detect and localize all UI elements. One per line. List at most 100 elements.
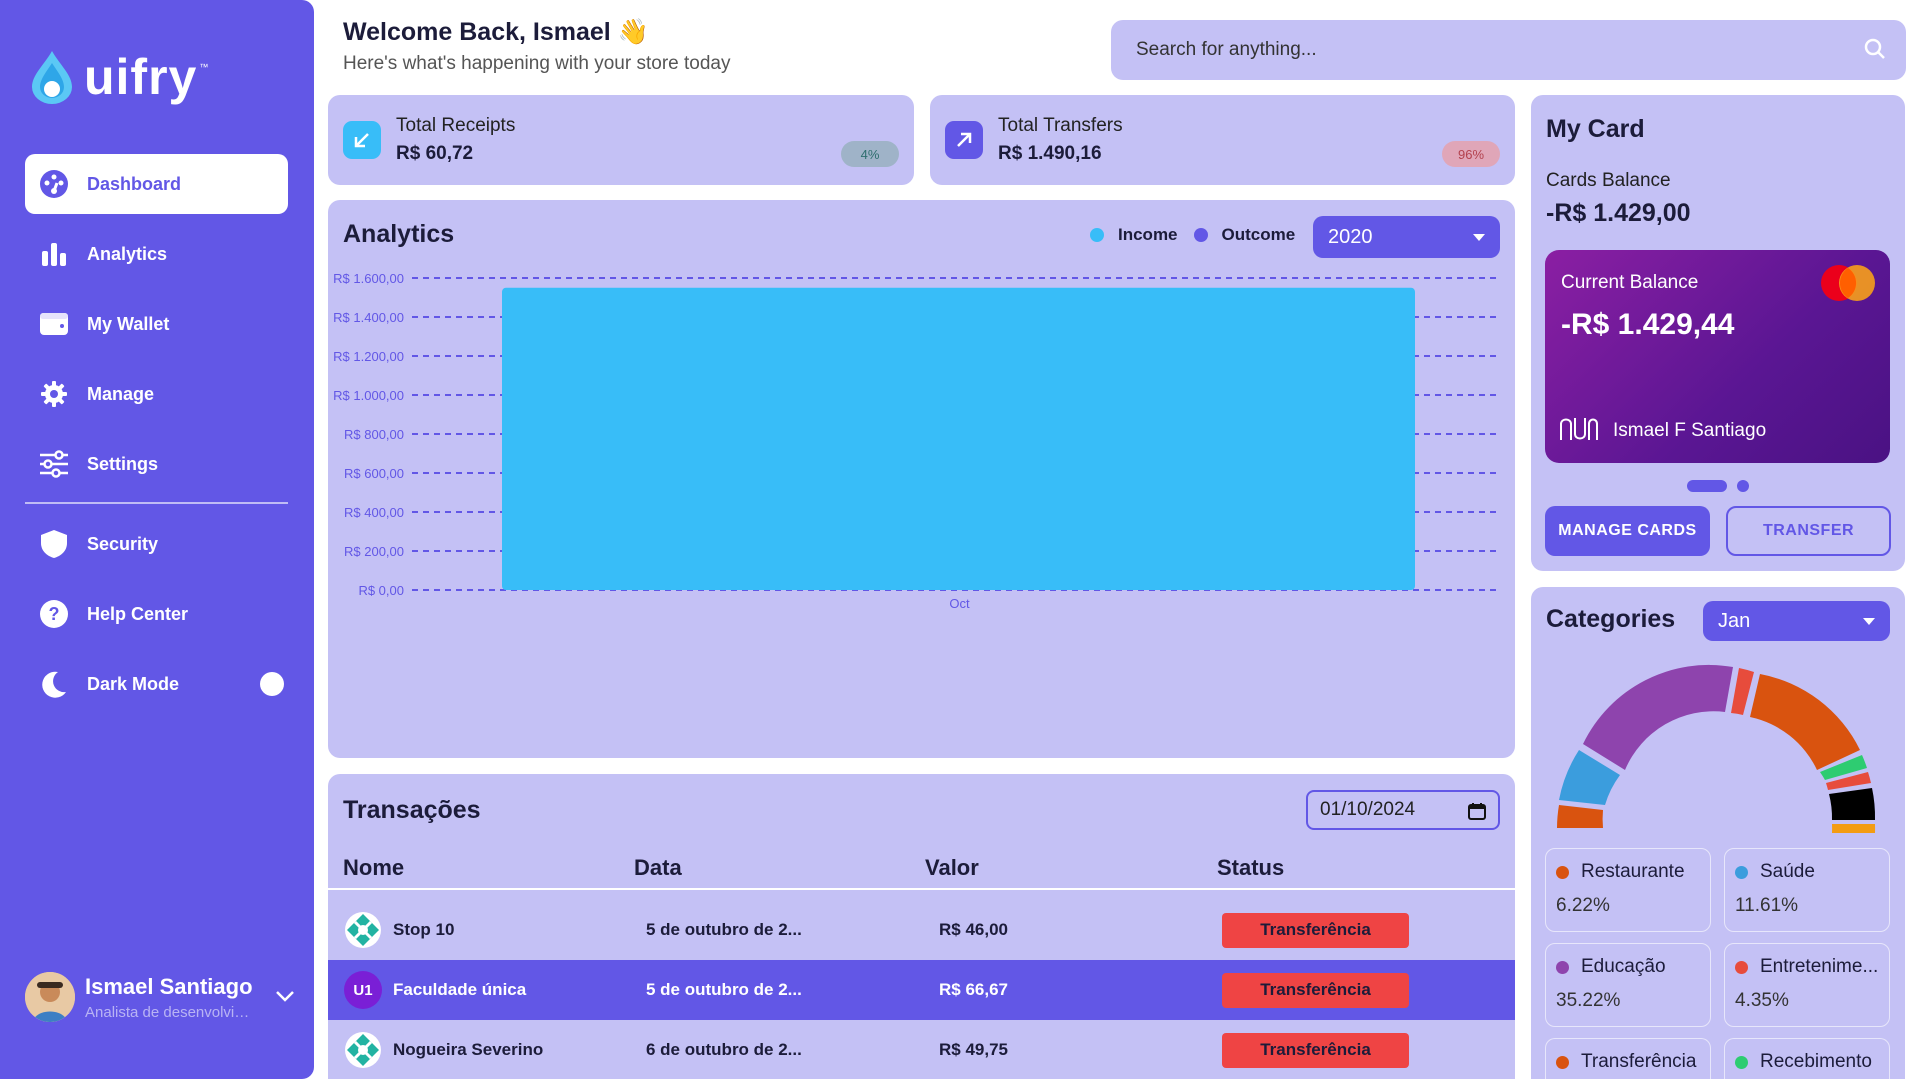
sidebar-item-help-center[interactable]: ? Help Center xyxy=(25,584,288,644)
calendar-icon[interactable] xyxy=(1468,802,1486,820)
carousel-dot-active[interactable] xyxy=(1687,480,1727,492)
column-header-data[interactable]: Data xyxy=(634,855,682,881)
category-restaurante[interactable]: Restaurante 6.22% xyxy=(1545,848,1711,932)
gauge-segment-transferencia xyxy=(1750,674,1860,770)
nogueira-logo-icon xyxy=(345,1032,381,1068)
sidebar-item-dashboard[interactable]: Dashboard xyxy=(25,154,288,214)
welcome-title: Welcome Back, Ismael xyxy=(343,18,611,46)
table-header-divider xyxy=(328,888,1515,890)
sidebar-item-my-wallet[interactable]: My Wallet xyxy=(25,294,288,354)
row-date: 5 de outubro de 2... xyxy=(646,980,802,999)
sidebar: uifry ™ Dashboard Analytics My Wallet Ma… xyxy=(0,0,314,1079)
analytics-chart: R$ 0,00 R$ 200,00 R$ 400,00 R$ 600,00 R$ 800… xyxy=(333,271,1501,611)
category-name: Saúde xyxy=(1760,861,1815,882)
sidebar-item-manage[interactable]: Manage xyxy=(25,364,288,424)
arrow-down-left-icon xyxy=(343,121,381,159)
analytics-title: Analytics xyxy=(343,220,455,248)
card-holder-name: Ismael F Santiago xyxy=(1613,420,1767,441)
sidebar-item-label: Dark Mode xyxy=(87,673,180,694)
bar-chart-icon xyxy=(39,239,69,269)
dark-mode-toggle[interactable] xyxy=(260,672,284,696)
credit-card[interactable]: Current Balance -R$ 1.429,44 Ismael F Sa… xyxy=(1545,250,1890,463)
table-row[interactable]: U1 Faculdade única 5 de outubro de 2... … xyxy=(328,960,1515,1020)
date-filter-value: 01/10/2024 xyxy=(1320,799,1416,820)
legend-income[interactable]: Income xyxy=(1118,225,1178,245)
nubank-logo-icon xyxy=(1560,418,1598,440)
sidebar-item-label: Settings xyxy=(87,453,159,474)
manage-cards-button[interactable]: MANAGE CARDS xyxy=(1545,506,1710,556)
sidebar-item-settings[interactable]: Settings xyxy=(25,434,288,494)
category-name: Educação xyxy=(1581,956,1666,977)
sidebar-item-analytics[interactable]: Analytics xyxy=(25,224,288,284)
sliders-icon xyxy=(39,449,69,479)
page-subtitle: Here's what's happening with your store … xyxy=(343,53,731,74)
u1-logo-icon: U1 xyxy=(344,971,382,1009)
carousel-dot[interactable] xyxy=(1737,480,1749,492)
transfer-button[interactable]: TRANSFER xyxy=(1726,506,1891,556)
column-header-status[interactable]: Status xyxy=(1217,855,1284,881)
sidebar-divider xyxy=(25,502,288,504)
month-select[interactable]: Jan xyxy=(1703,601,1890,641)
category-percent: 4.35% xyxy=(1735,990,1789,1011)
category-entretenimento[interactable]: Entretenime... 4.35% xyxy=(1724,943,1890,1027)
date-filter-input[interactable]: 01/10/2024 xyxy=(1306,790,1500,830)
moon-icon xyxy=(39,669,69,699)
mastercard-logo-icon xyxy=(1821,265,1875,301)
chevron-down-icon[interactable] xyxy=(275,990,295,1002)
row-name: Nogueira Severino xyxy=(393,1040,544,1059)
y-tick-label: R$ 0,00 xyxy=(358,583,404,598)
category-name: Restaurante xyxy=(1581,861,1685,882)
caret-down-icon xyxy=(1473,234,1485,241)
category-name: Entretenime... xyxy=(1760,956,1879,977)
legend-dot-income xyxy=(1090,228,1104,242)
gauge-segment-educacao xyxy=(1583,664,1733,770)
category-dot xyxy=(1556,960,1569,974)
category-saude[interactable]: Saúde 11.61% xyxy=(1724,848,1890,932)
category-transferencia[interactable]: Transferência xyxy=(1545,1038,1711,1079)
row-value: R$ 66,67 xyxy=(939,980,1008,999)
stat-label: Total Receipts xyxy=(396,115,516,136)
row-value: R$ 49,75 xyxy=(939,1040,1008,1059)
table-row[interactable]: Nogueira Severino 6 de outubro de 2... R… xyxy=(328,1020,1515,1079)
stat-badge: 4% xyxy=(841,141,899,167)
row-date: 6 de outubro de 2... xyxy=(646,1040,802,1059)
table-row[interactable]: Stop 10 5 de outubro de 2... R$ 46,00 Tr… xyxy=(328,900,1515,960)
chart-legend: Income Outcome xyxy=(1090,225,1295,245)
sidebar-item-dark-mode[interactable]: Dark Mode xyxy=(25,654,288,714)
brand-tm: ™ xyxy=(199,62,209,72)
search-input[interactable]: Search for anything... xyxy=(1111,20,1906,80)
y-tick-label: R$ 1.600,00 xyxy=(333,271,404,286)
row-name: Stop 10 xyxy=(393,920,455,939)
card-balance-value: -R$ 1.429,44 xyxy=(1561,308,1735,341)
cards-balance-value: -R$ 1.429,00 xyxy=(1546,199,1691,227)
sidebar-item-label: Analytics xyxy=(87,243,168,264)
user-profile[interactable]: Ismael Santiago Analista de desenvolvime… xyxy=(25,972,295,1022)
stop10-logo-icon xyxy=(345,912,381,948)
legend-outcome[interactable]: Outcome xyxy=(1222,225,1296,245)
profile-role: Analista de desenvolvimento xyxy=(85,1003,260,1021)
sidebar-item-security[interactable]: Security xyxy=(25,514,288,574)
status-badge: Transferência xyxy=(1222,912,1409,948)
page-title: Welcome Back, Ismael 👋 xyxy=(343,18,730,47)
gauge-segment-restaurante xyxy=(1557,805,1603,828)
stat-value: R$ 60,72 xyxy=(396,143,474,164)
profile-name: Ismael Santiago xyxy=(85,973,253,999)
search-icon[interactable] xyxy=(1864,38,1886,60)
y-tick-label: R$ 600,00 xyxy=(344,466,404,481)
year-select[interactable]: 2020 xyxy=(1313,216,1500,258)
column-header-nome[interactable]: Nome xyxy=(343,855,404,881)
brand-logo[interactable]: uifry ™ xyxy=(30,48,208,106)
column-header-valor[interactable]: Valor xyxy=(925,855,979,881)
sidebar-item-label: Manage xyxy=(87,383,155,404)
total-receipts-card: Total Receipts R$ 60,72 4% xyxy=(328,95,914,185)
search-placeholder: Search for anything... xyxy=(1136,39,1317,60)
stat-value: R$ 1.490,16 xyxy=(998,143,1102,164)
year-select-value: 2020 xyxy=(1328,225,1373,248)
total-transfers-card: Total Transfers R$ 1.490,16 96% xyxy=(930,95,1515,185)
y-tick-label: R$ 400,00 xyxy=(344,505,404,520)
drop-logo-icon xyxy=(32,51,72,104)
category-educacao[interactable]: Educação 35.22% xyxy=(1545,943,1711,1027)
category-recebimento[interactable]: Recebimento xyxy=(1724,1038,1890,1079)
y-tick-label: R$ 1.000,00 xyxy=(333,388,404,403)
gear-icon xyxy=(39,379,69,409)
